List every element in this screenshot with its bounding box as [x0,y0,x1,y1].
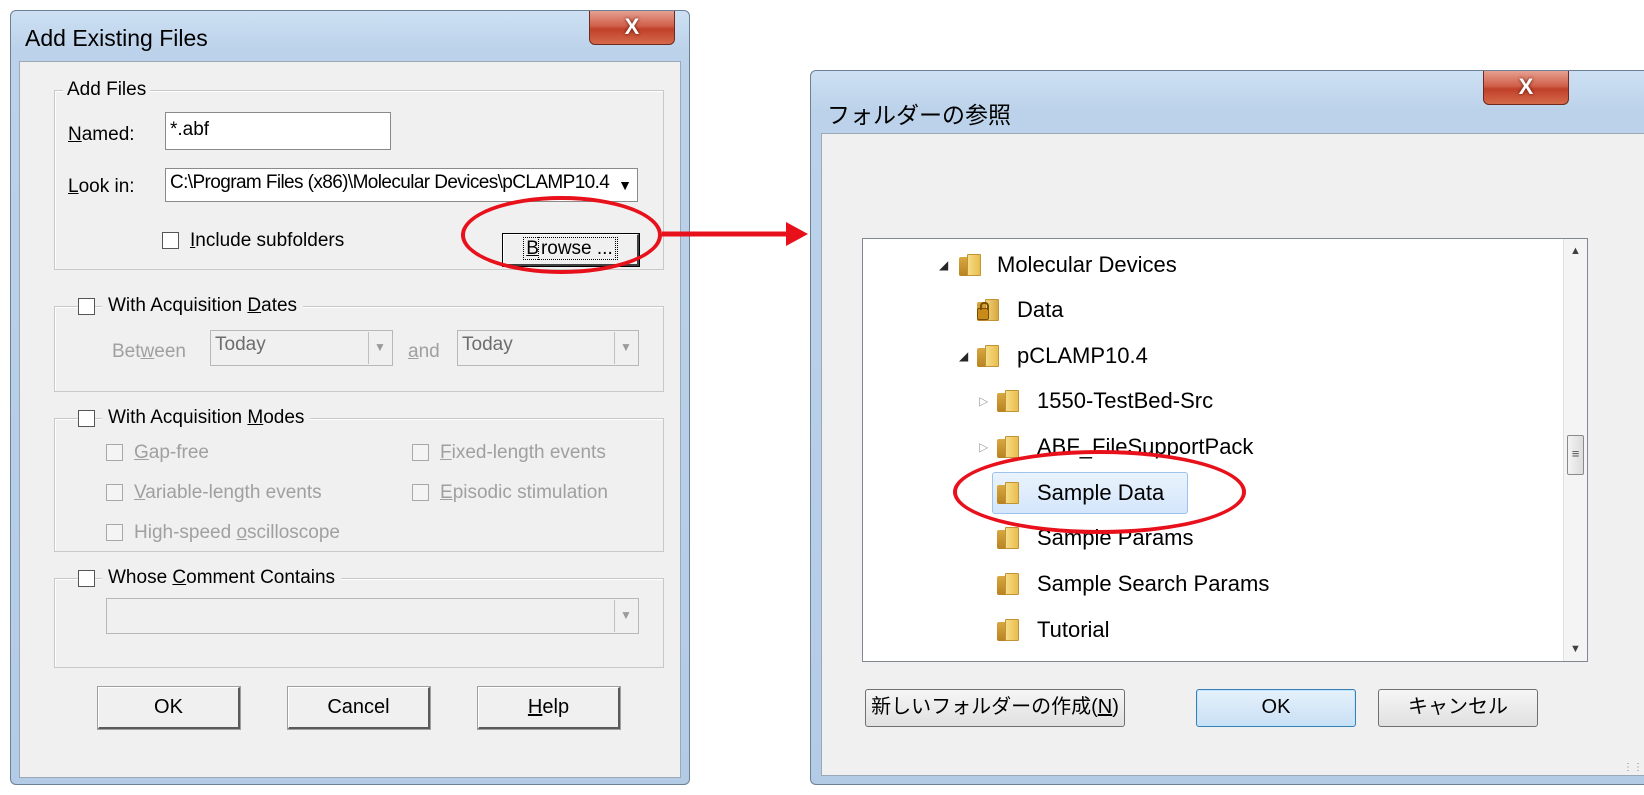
acquisition-dates-label: With Acquisition Dates [102,295,304,317]
gap-free-checkbox[interactable] [106,444,123,461]
tree-item-molecular-devices[interactable]: ◢ Molecular Devices [863,248,1563,282]
dropdown-arrow-icon[interactable]: ▼ [614,332,637,364]
tree-item-1550-testbed-src[interactable]: ▷ 1550-TestBed-Src [863,384,1563,418]
close-button[interactable]: X [1483,71,1569,105]
dialog-body: Add Files Named: *.abf Look in: C:\Progr… [19,61,681,778]
fixed-length-events-label: Fixed-length events [440,442,606,463]
highlight-ellipse-sample-data [953,450,1246,534]
high-speed-oscilloscope-label: High-speed oscilloscope [134,522,340,543]
expanded-arrow-icon[interactable]: ◢ [939,248,948,282]
add-files-legend: Add Files [63,79,151,101]
cancel-button[interactable]: Cancel [287,686,431,730]
start-date-value: Today [215,334,266,355]
tree-item-label: Molecular Devices [997,252,1177,277]
dropdown-arrow-icon[interactable]: ▼ [368,332,391,364]
tree-item-label: Data [1017,297,1064,322]
episodic-stimulation-checkbox[interactable] [412,484,429,501]
browse-for-folder-dialog: フォルダーの参照 X ◢ Molecular Devices Data ◢ pC… [810,70,1644,785]
dialog-body: ◢ Molecular Devices Data ◢ pCLAMP10.4 ▷ … [821,133,1644,776]
add-existing-files-dialog: Add Existing Files X Add Files Named: *.… [10,10,690,785]
folder-icon [997,573,1023,595]
expanded-arrow-icon[interactable]: ◢ [959,339,968,373]
dropdown-arrow-icon[interactable]: ▼ [614,170,636,200]
look-in-value: C:\Program Files (x86)\Molecular Devices… [170,172,610,193]
locked-folder-icon [977,299,1003,321]
folder-icon [997,390,1023,412]
folder-icon [977,345,1003,367]
tree-item-label: Tutorial [1037,617,1110,642]
and-label: and [408,341,440,362]
acquisition-modes-checkbox[interactable] [78,410,95,427]
gap-free-label: Gap-free [134,442,209,463]
high-speed-oscilloscope-checkbox[interactable] [106,524,123,541]
acquisition-dates-checkbox[interactable] [78,298,95,315]
window-title: フォルダーの参照 [827,102,1011,128]
include-subfolders-label: Include subfolders [190,230,345,251]
look-in-label: Look in: [68,176,135,197]
tree-item-label: 1550-TestBed-Src [1037,388,1214,413]
variable-length-events-checkbox[interactable] [106,484,123,501]
folder-icon [959,254,985,276]
scrollbar-thumb[interactable]: ≡ [1567,435,1584,475]
end-date-value: Today [462,334,513,355]
annotation-arrow-icon [662,222,808,246]
comment-contains-checkbox[interactable] [78,570,95,587]
comment-contains-label: Whose Comment Contains [102,567,342,589]
variable-length-events-label: Variable-length events [134,482,322,503]
tree-item-label: pCLAMP10.4 [1017,343,1148,368]
fixed-length-events-checkbox[interactable] [412,444,429,461]
between-label: Between [112,341,186,362]
folder-icon [997,619,1023,641]
help-button[interactable]: Help [477,686,621,730]
folder-icon [997,436,1023,458]
cancel-button[interactable]: キャンセル [1378,689,1538,727]
comment-combo[interactable]: ▼ [106,598,639,634]
include-subfolders-checkbox[interactable] [162,232,179,249]
new-folder-button[interactable]: 新しいフォルダーの作成(N) [865,689,1125,727]
vertical-scrollbar[interactable]: ▲ ≡ ▼ [1563,239,1587,661]
scroll-down-arrow-icon[interactable]: ▼ [1564,637,1587,661]
highlight-ellipse-browse [461,196,662,274]
acquisition-modes-label: With Acquisition Modes [102,407,311,429]
tree-item-label: Sample Search Params [1037,571,1270,596]
tree-item-sample-search-params[interactable]: Sample Search Params [863,567,1563,601]
collapsed-arrow-icon[interactable]: ▷ [979,384,988,418]
named-input[interactable]: *.abf [165,112,391,150]
folder-icon [997,527,1023,549]
ok-button[interactable]: OK [97,686,241,730]
collapsed-arrow-icon[interactable]: ▷ [979,430,988,464]
tree-item-data[interactable]: Data [863,293,1563,327]
scroll-up-arrow-icon[interactable]: ▲ [1564,239,1587,263]
start-date-combo[interactable]: Today ▼ [210,330,393,366]
close-button[interactable]: X [589,11,675,45]
dropdown-arrow-icon[interactable]: ▼ [614,600,637,632]
resize-grip-icon[interactable]: ⋮⋮ [1623,762,1643,773]
window-title: Add Existing Files [25,25,208,51]
named-label: Named: [68,124,135,145]
folder-tree[interactable]: ◢ Molecular Devices Data ◢ pCLAMP10.4 ▷ … [862,238,1588,662]
ok-button[interactable]: OK [1196,689,1356,727]
tree-item-tutorial[interactable]: Tutorial [863,613,1563,647]
tree-item-sample-params[interactable]: Sample Params [863,521,1563,555]
tree-item-pclamp[interactable]: ◢ pCLAMP10.4 [863,339,1563,373]
episodic-stimulation-label: Episodic stimulation [440,482,608,503]
tree-item-abf-filesupportpack[interactable]: ▷ ABF_FileSupportPack [863,430,1563,464]
end-date-combo[interactable]: Today ▼ [457,330,639,366]
